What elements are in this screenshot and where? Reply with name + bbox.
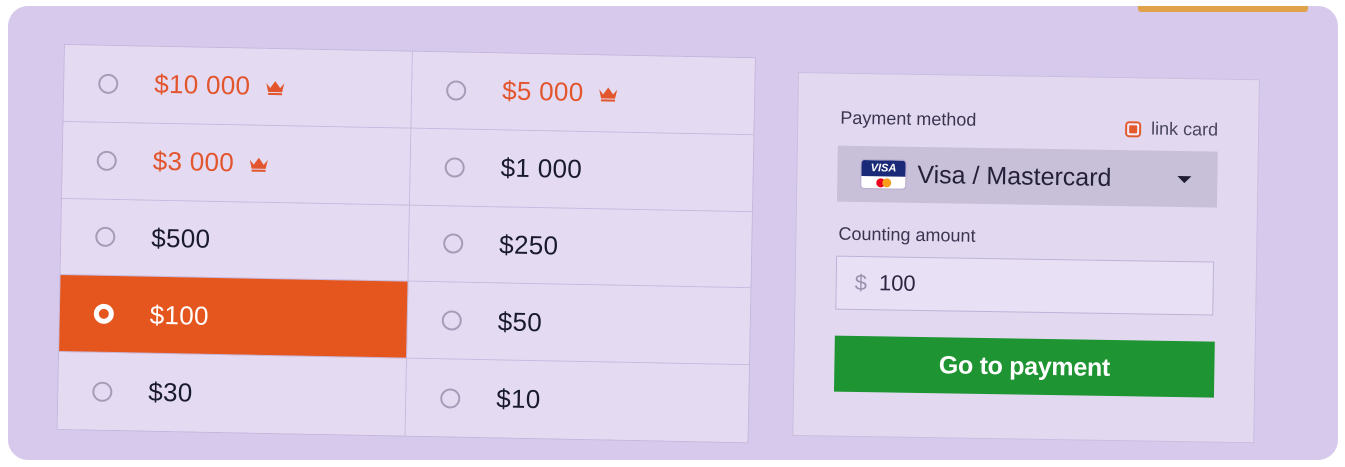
visa-card-icon: VISA (861, 160, 906, 189)
radio-icon[interactable] (92, 381, 113, 402)
radio-icon[interactable] (96, 150, 117, 171)
crown-icon (599, 87, 618, 102)
amount-option[interactable]: $1 000 (409, 128, 754, 212)
payment-method-label: Payment method (840, 107, 977, 130)
crown-icon (266, 80, 285, 96)
caret-down-icon (1177, 175, 1192, 184)
checkbox-icon[interactable] (1124, 120, 1142, 137)
radio-icon[interactable] (445, 80, 467, 101)
amount-input-value[interactable]: 100 (879, 270, 916, 297)
amount-value-text: $250 (498, 229, 559, 261)
radio-selected-icon[interactable] (93, 303, 115, 325)
radio-icon[interactable] (98, 73, 119, 94)
amount-option-label: $10 (496, 383, 541, 415)
amount-value-text: $100 (149, 299, 210, 331)
link-card-label: link card (1150, 118, 1219, 140)
amount-option[interactable]: $250 (408, 205, 752, 289)
radio-icon[interactable] (444, 157, 465, 178)
counting-amount-label: Counting amount (838, 223, 976, 246)
amount-value-text: $5 000 (501, 75, 584, 108)
amount-value-text: $10 000 (153, 69, 251, 101)
amount-value-text: $500 (151, 222, 211, 254)
amount-option-label: $500 (151, 223, 211, 255)
amount-option[interactable]: $3 000 (62, 121, 412, 206)
amount-option[interactable]: $30 (57, 352, 408, 436)
amount-option-label: $3 000 (152, 146, 270, 179)
radio-icon[interactable] (443, 233, 464, 255)
amount-option[interactable]: $5 000 (411, 51, 755, 136)
amount-option[interactable]: $50 (407, 282, 751, 366)
amount-value-text: $10 (495, 383, 541, 415)
radio-icon[interactable] (441, 310, 462, 331)
amount-grid: $10 000 $5 000 $3 000 $1 000 $500 $250 $100 $50… (56, 44, 756, 444)
amount-option-label: $5 000 (502, 76, 620, 109)
link-card-checkbox[interactable]: link card (1124, 118, 1219, 140)
amount-option[interactable]: $500 (60, 198, 410, 283)
amount-option-label: $50 (497, 306, 542, 338)
amount-option-label: $250 (499, 229, 559, 261)
go-to-payment-button[interactable]: Go to payment (833, 335, 1215, 398)
amount-value-text: $1 000 (500, 152, 583, 185)
amount-option[interactable]: $10 000 (63, 45, 413, 129)
amount-option-label: $30 (148, 377, 193, 409)
amount-option[interactable]: $100 (59, 275, 409, 359)
crown-icon (250, 157, 269, 172)
amount-option[interactable]: $10 (405, 358, 749, 443)
amount-value-text: $30 (148, 376, 193, 408)
screen: $10 000 $5 000 $3 000 $1 000 $500 $250 $100 $50… (8, 6, 1338, 460)
selected-method-text: Visa / Mastercard (917, 160, 1112, 192)
radio-icon[interactable] (440, 387, 461, 409)
payment-panel: Payment method link card VISA Visa / Mas… (792, 72, 1260, 444)
visa-badge-text: VISA (861, 160, 906, 177)
top-accent-bar (1138, 6, 1308, 12)
amount-value-text: $50 (497, 306, 543, 338)
amount-option-label: $100 (150, 299, 210, 331)
amount-option-label: $10 000 (154, 69, 287, 103)
amount-option-label: $1 000 (500, 153, 582, 186)
payment-method-select[interactable]: VISA Visa / Mastercard (836, 145, 1218, 208)
currency-symbol: $ (854, 269, 868, 296)
radio-icon[interactable] (95, 227, 116, 248)
amount-input[interactable]: $ 100 (835, 255, 1215, 316)
amount-value-text: $3 000 (152, 145, 235, 178)
